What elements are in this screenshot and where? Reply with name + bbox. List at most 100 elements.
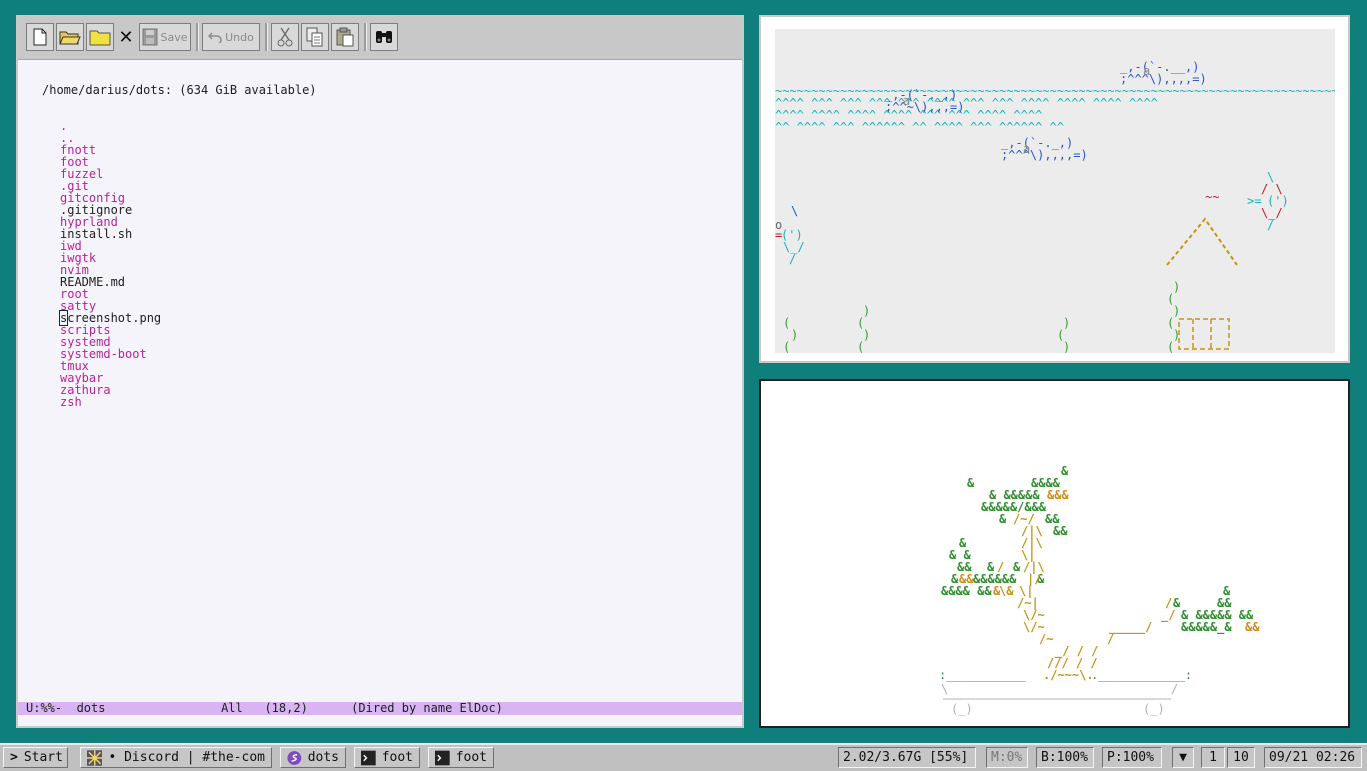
small-fish-left: \ o (') = \_/ / [775,204,805,266]
major-modes: (Dired by name ElDoc) [351,701,503,715]
svg-text:/~: /~ [1039,632,1053,646]
save-button[interactable]: Save [139,23,191,51]
file-list: ... fnott foot fuzzel .git gitconfig .gitignor… [42,120,317,408]
svg-text:/: / [1267,218,1274,232]
open-folder-icon [59,31,81,45]
svg-text:/: / [1165,596,1172,610]
fish-label: a [1023,142,1030,156]
new-file-icon [33,28,47,46]
paste-button[interactable] [331,23,359,51]
svg-text:.____________:: .____________: [1091,668,1192,682]
bonsai-tree: & & &&&& & &&&&& &&& &&&&&/&&& & && && & & … [939,464,1260,716]
svg-text:_____/: _____/ [1109,620,1152,635]
memory-indicator[interactable]: 2.02/3.67G [55%] [838,747,976,768]
fish-label: a [903,94,910,108]
task-foot-2[interactable]: foot [428,747,494,768]
terminal-icon [361,750,376,765]
folder-icon [89,30,111,46]
svg-text:&: & [967,476,975,490]
svg-text:\&: \& [999,584,1014,598]
water-waves: ~~~~~~~~~~~~~~~~~~~~~~~~~~~~~~~~~~~~~~~~… [775,84,1335,134]
new-file-button[interactable] [26,23,54,51]
close-buffer-button[interactable]: ✕ [116,23,136,51]
undo-icon [208,32,222,43]
emacs-window[interactable]: ✕ Save Undo /home/darius/dots: (634 GiB … [16,15,744,728]
open-directory-button[interactable] [86,23,114,51]
fish-label: a [1143,64,1150,78]
castle: ~~ [1166,190,1238,350]
asciiquarium-terminal[interactable]: ~~~~~~~~~~~~~~~~~~~~~~~~~~~~~~~~~~~~~~~~… [759,15,1350,363]
svg-text:&&&: &&& [1047,488,1069,502]
svg-text:(: ( [857,340,864,353]
emacs-toolbar: ✕ Save Undo [18,17,742,60]
aquarium-scene: ~~~~~~~~~~~~~~~~~~~~~~~~~~~~~~~~~~~~~~~~… [775,29,1335,353]
workspace-10[interactable]: 10 [1227,747,1255,768]
volume-dropdown[interactable]: ▼ [1172,747,1194,768]
cut-button[interactable] [271,23,299,51]
svg-text:=: = [775,228,782,242]
svg-text:&&: && [1245,620,1260,634]
dired-buffer[interactable]: /home/darius/dots: (634 GiB available) .… [42,60,317,432]
scissors-icon [277,27,293,47]
cbonsai-terminal[interactable]: & & &&&& & &&&&& &&& &&&&&/&&& & && && & & … [759,379,1350,728]
directory-entry[interactable]: . [42,120,317,132]
floppy-disk-icon [142,28,158,46]
directory-entry[interactable]: zathura [42,384,317,396]
svg-text:&: & [999,512,1007,526]
task-foot-1[interactable]: foot [354,747,420,768]
taskbar: > Start • Discord | #the-com dots foot fo… [0,743,1367,771]
terminal-icon [435,750,450,765]
binoculars-icon [376,31,392,43]
task-discord[interactable]: • Discord | #the-com [80,747,272,768]
clipboard-icon [336,27,354,47]
brightness-indicator[interactable]: B:100% [1036,747,1094,768]
svg-text:\: \ [791,204,798,218]
svg-text:_/: _/ [1161,608,1175,623]
svg-text:&&&&&_&: &&&&&_& [1181,620,1232,635]
mode-line: U:%%- dots All (18,2) (Dired by name ElD… [18,702,742,715]
clock: 09/21 02:26 [1264,747,1362,768]
svg-text:/: / [1171,682,1178,696]
svg-text:/: / [1107,632,1114,646]
svg-text::___________: :___________ [939,668,1026,682]
svg-text:(_): (_) [1143,702,1165,716]
toolbar-separator [196,23,199,51]
buffer-status: U:%%- [26,701,63,715]
start-button[interactable]: > Start [3,747,68,768]
toolbar-separator [364,23,367,51]
svg-text:/: / [997,560,1004,574]
fish-icon: ;^^~\),,,=) [885,100,964,114]
prompt-icon: > [10,750,18,765]
castle-flag: ~~ [1205,190,1219,204]
task-dots[interactable]: dots [280,747,346,768]
svg-text:/: / [789,252,796,266]
svg-text:>=: >= [1247,194,1261,208]
svg-text:./~~~\.: ./~~~\. [1043,668,1094,682]
search-button[interactable] [370,23,398,51]
svg-text:(_): (_) [951,702,973,716]
small-fish-right: \ / \ >= (') \_/ / [1247,170,1289,232]
svg-text:(: ( [783,316,790,330]
workspace-1[interactable]: 1 [1201,747,1225,768]
file-entry[interactable]: install.sh [42,228,317,240]
buffer-name: dots [76,701,106,715]
svg-text:\: \ [941,682,948,696]
power-indicator[interactable]: P:100% [1102,747,1162,768]
fish-icon: ;^^^\),,,,=) [1120,72,1207,86]
cursor-position: (18,2) [264,701,308,715]
svg-text:(: ( [783,340,790,353]
emacs-icon [287,750,302,765]
svg-text:): ) [1063,340,1070,353]
discord-icon [87,749,103,766]
mic-indicator[interactable]: M:0% [986,747,1028,768]
directory-entry[interactable]: zsh [42,396,317,408]
scroll-position: All [221,701,243,715]
open-file-button[interactable] [56,23,84,51]
copy-button[interactable] [301,23,329,51]
directory-header: /home/darius/dots: (634 GiB available) [42,83,317,97]
svg-text:&: & [1061,464,1069,478]
close-icon: ✕ [118,26,134,48]
undo-button[interactable]: Undo [202,23,260,51]
svg-text:&&&& &&: &&&& && [941,584,992,598]
svg-text:(: ( [1167,340,1174,353]
